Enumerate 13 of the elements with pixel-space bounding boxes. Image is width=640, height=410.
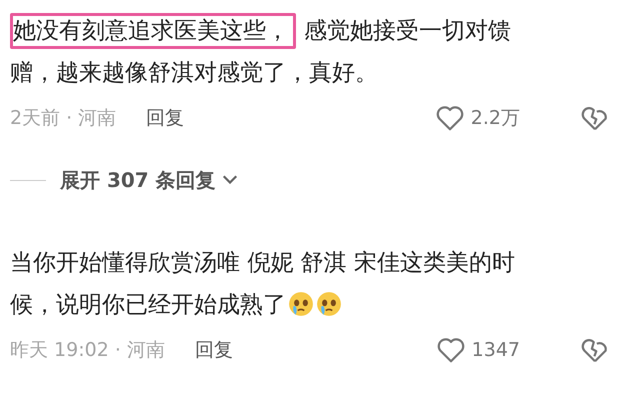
comment-text: 她没有刻意追求医美这些， 感觉她接受一切对馈赠，越来越像舒淇对感觉了，真好。 <box>10 10 550 94</box>
comment-text: 当你开始懂得欣赏汤唯 倪妮 舒淇 宋佳这类美的时候，说明你已经开始成熟了 <box>10 249 516 320</box>
heart-icon[interactable] <box>434 103 465 133</box>
comment-time-location: 昨天 19:02 · 河南 <box>10 338 165 363</box>
reply-button[interactable]: 回复 <box>194 337 233 363</box>
crying-emoji-icon <box>316 291 342 317</box>
crying-emoji-icon <box>288 291 314 317</box>
comment-time-location: 2天前 · 河南 <box>10 106 116 131</box>
heart-icon[interactable] <box>436 335 466 365</box>
expand-replies-button[interactable]: 展开 307 条回复 <box>60 166 240 194</box>
reply-button[interactable]: 回复 <box>146 105 184 131</box>
like-count: 2.2万 <box>470 106 520 131</box>
like-count: 1347 <box>472 339 520 361</box>
